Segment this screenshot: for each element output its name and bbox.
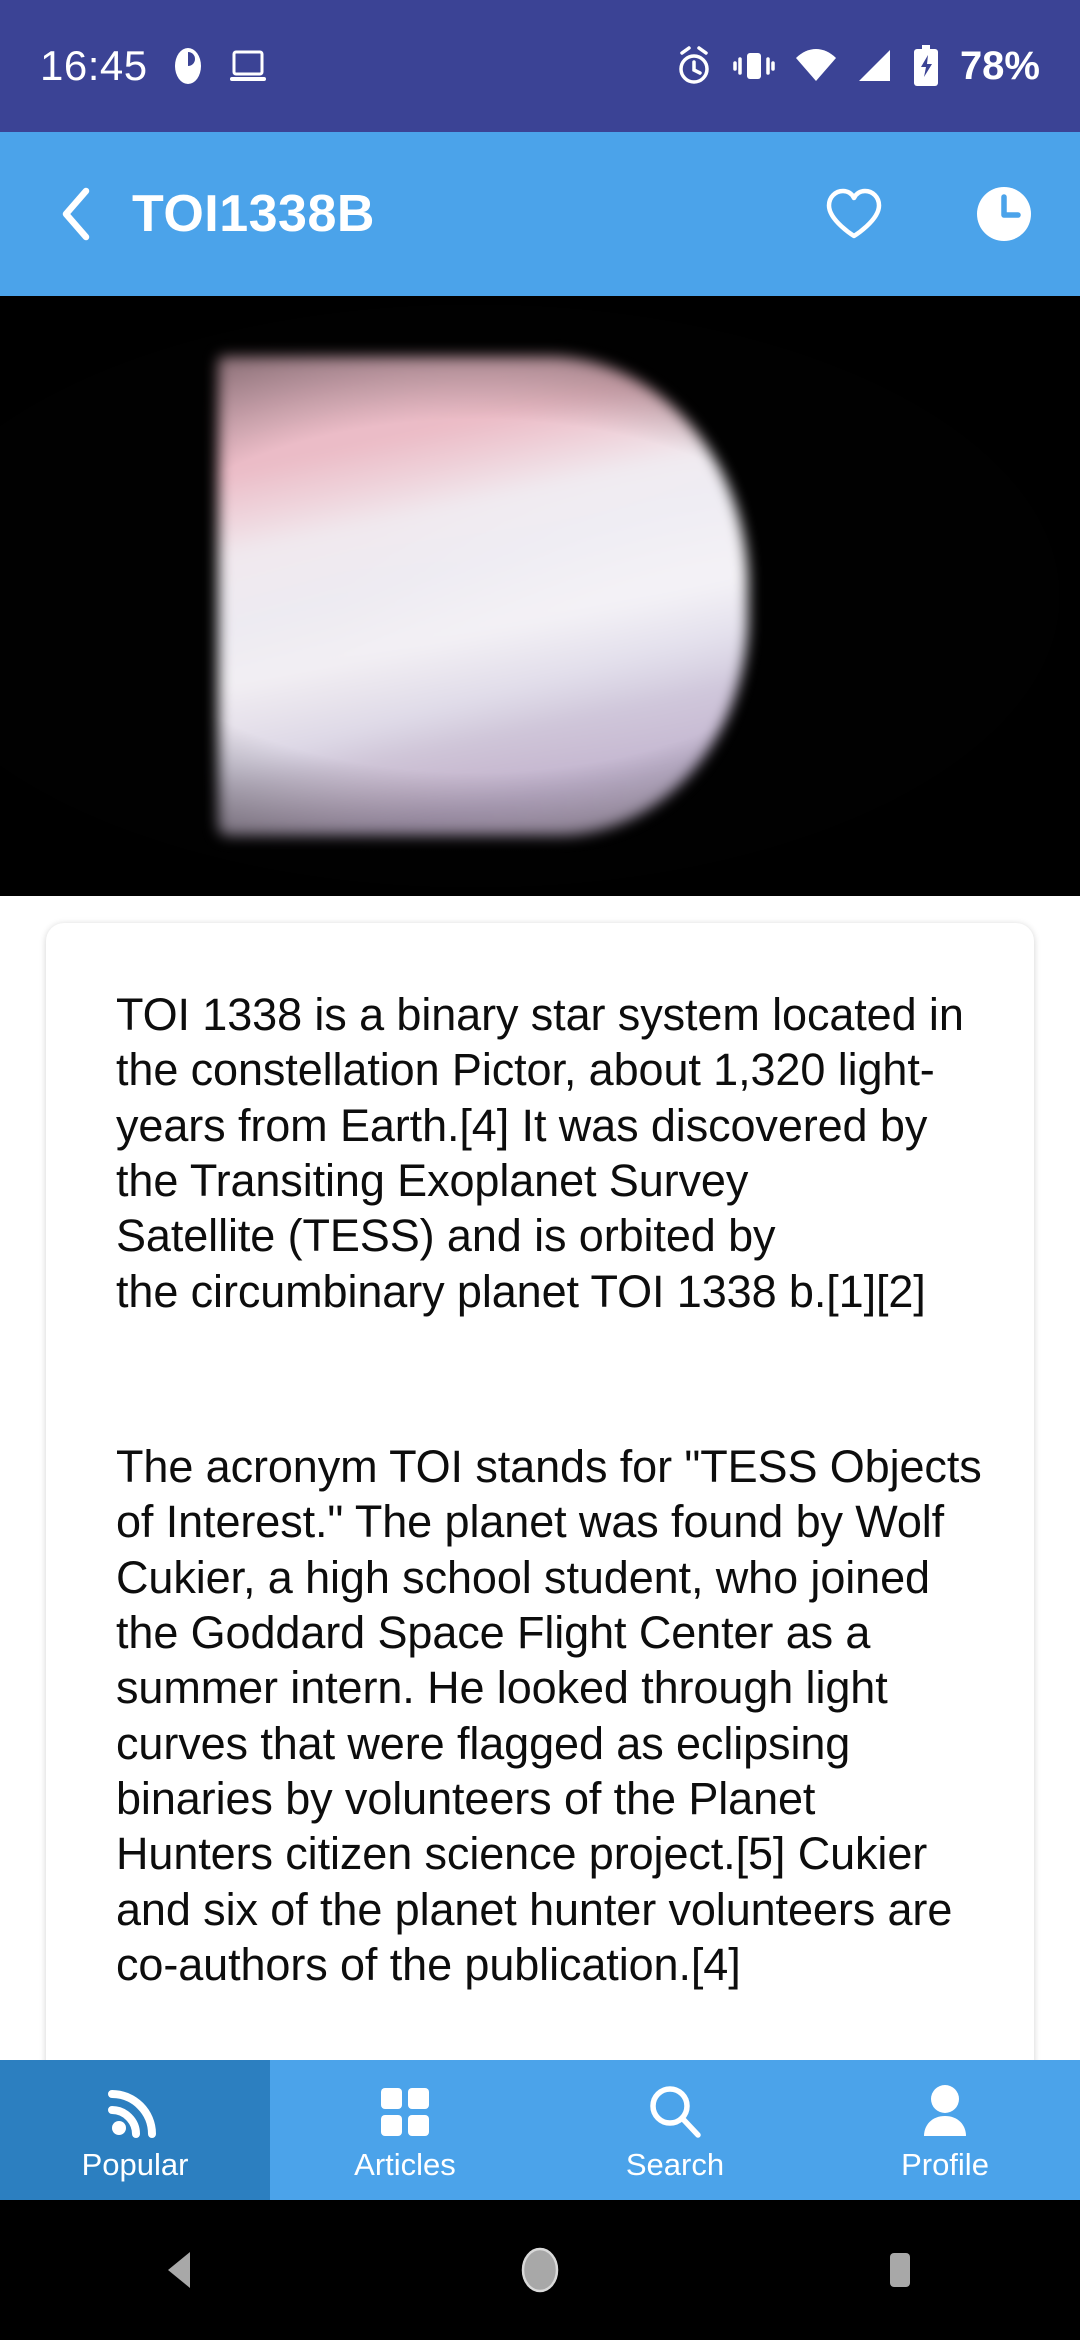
battery-charging-icon xyxy=(912,45,940,87)
android-home-button[interactable] xyxy=(460,2242,620,2298)
phone-screen: 16:45 78% TOI1338B TOI 1338 is a binary … xyxy=(0,0,1080,2340)
status-bar-right: 78% xyxy=(674,44,1040,89)
article-card: TOI 1338 is a binary star system located… xyxy=(46,923,1034,2080)
alarm-icon xyxy=(674,45,714,87)
nav-label: Profile xyxy=(901,2146,989,2182)
signal-icon xyxy=(856,47,894,85)
android-recents-button[interactable] xyxy=(820,2242,980,2298)
article-content-scroll[interactable]: TOI 1338 is a binary star system located… xyxy=(0,896,1080,2080)
clock-icon[interactable] xyxy=(972,182,1036,246)
article-paragraph: The acronym TOI stands for "TESS Objects… xyxy=(116,1441,982,1991)
article-paragraph: TOI 1338 is a binary star system located… xyxy=(116,989,964,1317)
status-bar-left: 16:45 xyxy=(40,42,268,90)
laptop-icon xyxy=(228,48,268,84)
app-bar: TOI1338B xyxy=(0,132,1080,296)
vibrate-icon xyxy=(732,46,776,86)
nav-label: Articles xyxy=(354,2146,456,2182)
nav-item-profile[interactable]: Profile xyxy=(810,2060,1080,2200)
article-hero-image xyxy=(0,296,1080,896)
page-title: TOI1338B xyxy=(132,185,375,243)
battery-percentage: 78% xyxy=(959,43,1040,88)
app-bar-actions xyxy=(822,182,1036,246)
nav-item-articles[interactable]: Articles xyxy=(270,2060,540,2200)
wifi-icon xyxy=(794,47,838,85)
status-bar: 16:45 78% xyxy=(0,0,1080,132)
nav-item-search[interactable]: Search xyxy=(540,2060,810,2200)
android-back-button[interactable] xyxy=(100,2242,260,2298)
search-icon xyxy=(647,2081,703,2139)
android-system-navigation xyxy=(0,2200,1080,2340)
rss-icon xyxy=(108,2081,162,2139)
planet-illustration xyxy=(218,356,748,836)
nav-item-popular[interactable]: Popular xyxy=(0,2060,270,2200)
grid-icon xyxy=(378,2081,432,2139)
headset-icon xyxy=(170,45,206,87)
nav-label: Popular xyxy=(81,2146,189,2182)
status-bar-clock: 16:45 xyxy=(40,42,148,89)
bottom-navigation-bar: Popular Articles Search Profile xyxy=(0,2060,1080,2200)
heart-outline-icon[interactable] xyxy=(822,182,886,246)
person-icon xyxy=(918,2081,972,2139)
back-button[interactable] xyxy=(54,186,98,242)
nav-label: Search xyxy=(625,2146,725,2182)
